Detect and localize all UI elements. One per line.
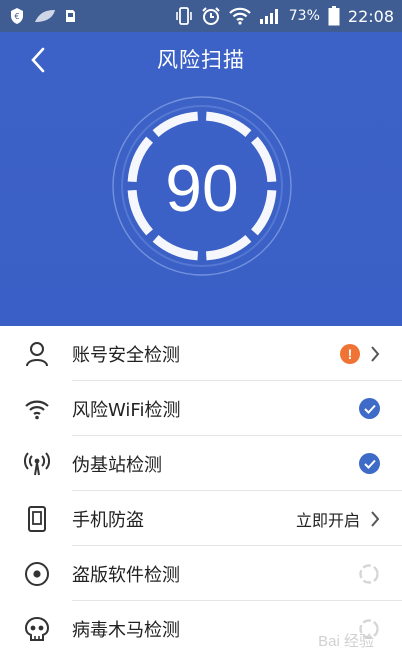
alarm-icon [202, 7, 220, 25]
status-right-icons: 73% 22:08 [175, 6, 394, 26]
ring-segment [152, 111, 199, 138]
antenna-icon [22, 449, 52, 479]
wifi-icon [22, 394, 52, 424]
skull-icon [22, 614, 52, 644]
warning-badge-icon: ! [340, 343, 360, 364]
disc-icon [22, 559, 52, 589]
sd-card-icon [66, 10, 75, 22]
check-circle-icon [359, 398, 380, 419]
item-label: 手机防盗 [72, 509, 144, 531]
battery-icon [328, 6, 340, 26]
svg-text:€: € [14, 12, 19, 21]
item-label: 伪基站检测 [72, 454, 162, 476]
enable-now-link[interactable]: 立即开启 [296, 507, 360, 531]
chevron-right-icon [371, 345, 380, 362]
status-left-icons: € [8, 7, 76, 25]
shield-app-icon: € [11, 8, 23, 24]
status-bar: € 73% 22:08 [0, 0, 402, 32]
clock: 22:08 [347, 6, 394, 26]
signal-icon [259, 9, 278, 24]
item-label: 风险WiFi检测 [72, 399, 181, 421]
item-label: 病毒木马检测 [72, 619, 180, 641]
list-item-pirated-software[interactable]: 盗版软件检测 [0, 546, 402, 601]
item-label: 盗版软件检测 [72, 564, 180, 586]
security-score: 90 [165, 151, 239, 225]
check-circle-icon [359, 453, 380, 474]
user-icon [22, 339, 52, 369]
list-item-risk-wifi[interactable]: 风险WiFi检测 [0, 381, 402, 436]
wifi-icon [228, 7, 251, 25]
ring-segment [205, 234, 252, 261]
list-item-fake-base-station[interactable]: 伪基站检测 [0, 436, 402, 491]
loading-spinner-icon [359, 563, 379, 584]
list-item-account-security[interactable]: 账号安全检测 ! [0, 326, 402, 381]
item-label: 账号安全检测 [72, 344, 180, 366]
leaf-icon [35, 10, 55, 22]
ring-segment [205, 111, 252, 138]
chevron-right-icon [371, 510, 380, 527]
list-item-anti-theft[interactable]: 手机防盗 立即开启 [0, 491, 402, 546]
vibrate-icon [175, 7, 192, 25]
page-title: 风险扫描 [157, 48, 245, 72]
phone-icon [22, 504, 52, 534]
ring-segment [152, 234, 199, 261]
watermark: Bai 经验 [318, 633, 374, 650]
check-list: 账号安全检测 ! 风险WiFi检测 伪基站检测 手机防盗 立即开启 盗版软件检测… [0, 326, 402, 656]
scan-header: 风险扫描 90 [0, 32, 402, 326]
battery-percent: 73% [288, 8, 320, 24]
